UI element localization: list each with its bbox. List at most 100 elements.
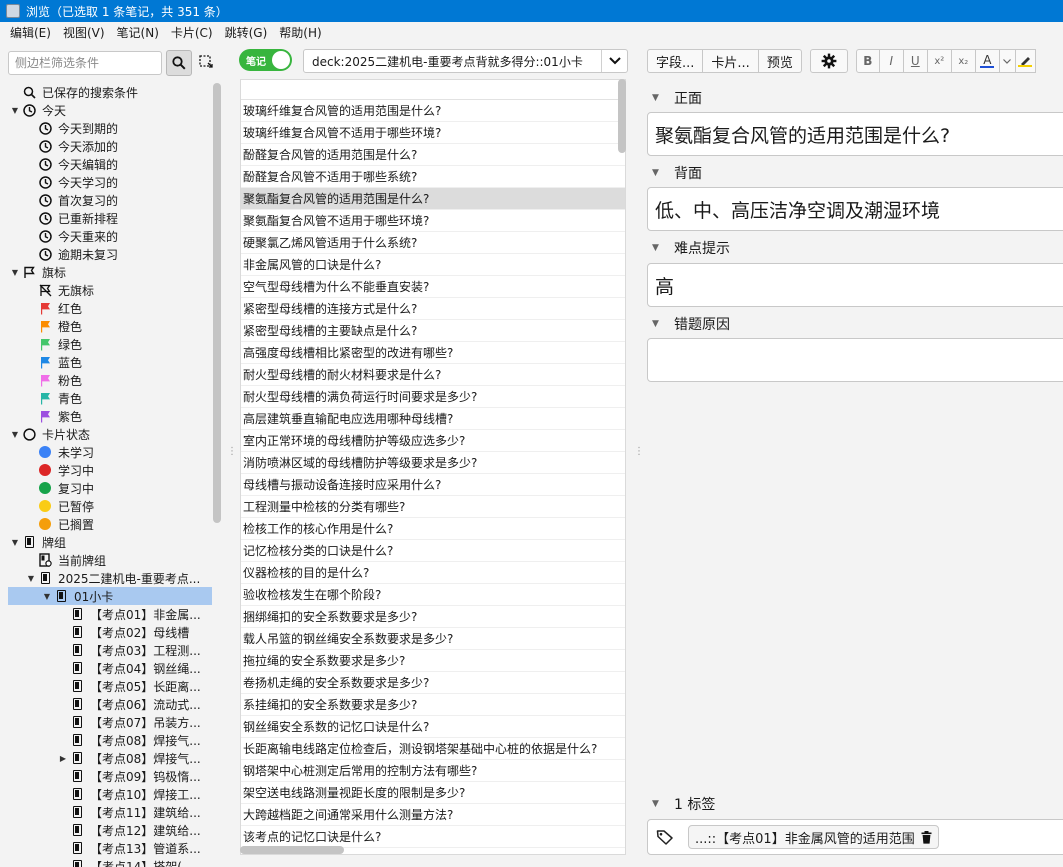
sidebar-search-button[interactable] <box>166 50 192 76</box>
sidebar-item[interactable]: 已保存的搜索条件 <box>8 83 212 101</box>
menu-notes[interactable]: 笔记(N) <box>111 24 165 41</box>
table-row[interactable]: 捆绑绳扣的安全系数要求是多少? <box>241 606 625 628</box>
text-color-button[interactable]: A <box>975 49 1000 73</box>
tag-editor[interactable]: ...::【考点01】非金属风管的适用范围 <box>647 819 1063 855</box>
fields-button[interactable]: 字段... <box>647 49 704 73</box>
sidebar-tree[interactable]: 已保存的搜索条件 ▼ 今天 今天到期的 今天添加的 今天编辑的 今天学习的 首次复习的 已重新排… <box>8 83 212 867</box>
selection-tool-button[interactable] <box>196 52 216 72</box>
sidebar-item[interactable]: 今天重来的 <box>8 227 212 245</box>
expand-arrow-down-icon[interactable]: ▼ <box>8 106 22 115</box>
field-mistake-reason-editor[interactable] <box>647 338 1063 382</box>
sidebar-item[interactable]: 当前牌组 <box>8 551 212 569</box>
table-row[interactable]: 系挂绳扣的安全系数要求是多少? <box>241 694 625 716</box>
sidebar-item[interactable]: ▶ 【考点08】焊接气... <box>8 749 212 767</box>
notes-cards-toggle[interactable]: 笔记 <box>239 49 292 71</box>
sidebar-item[interactable]: ▼ 01小卡 <box>8 587 212 605</box>
sidebar-item[interactable]: ▼ 今天 <box>8 101 212 119</box>
table-row[interactable]: 验收检核发生在哪个阶段? <box>241 584 625 606</box>
field-back-editor[interactable]: 低、中、高压洁净空调及潮湿环境 <box>647 187 1063 231</box>
field-front-editor[interactable]: 聚氨酯复合风管的适用范围是什么? <box>647 112 1063 156</box>
sidebar-item[interactable]: 已搁置 <box>8 515 212 533</box>
italic-button[interactable]: I <box>879 49 904 73</box>
sidebar-item[interactable]: 已暂停 <box>8 497 212 515</box>
table-row[interactable]: 聚氨酯复合风管的适用范围是什么? <box>241 188 625 210</box>
field-header-front[interactable]: ▼ 正面 <box>652 89 702 107</box>
table-row[interactable]: 工程测量中检核的分类有哪些? <box>241 496 625 518</box>
menu-go[interactable]: 跳转(G) <box>219 24 274 41</box>
table-row[interactable]: 非金属风管的口诀是什么? <box>241 254 625 276</box>
table-row[interactable]: 卷扬机走绳的安全系数要求是多少? <box>241 672 625 694</box>
sidebar-item[interactable]: ▼ 牌组 <box>8 533 212 551</box>
table-row[interactable]: 长距离输电线路定位检查后，测设钢塔架基础中心桩的依据是什么? <box>241 738 625 760</box>
sidebar-item[interactable]: 今天到期的 <box>8 119 212 137</box>
editor-splitter[interactable]: ⋮ <box>634 447 644 462</box>
field-header-hint[interactable]: ▼ 难点提示 <box>652 239 730 257</box>
table-row[interactable]: 高层建筑垂直输配电应选用哪种母线槽? <box>241 408 625 430</box>
table-row[interactable]: 钢丝绳安全系数的记忆口诀是什么? <box>241 716 625 738</box>
bold-button[interactable]: B <box>855 49 880 73</box>
sidebar-item[interactable]: 已重新排程 <box>8 209 212 227</box>
sidebar-item[interactable]: 蓝色 <box>8 353 212 371</box>
sidebar-item[interactable]: 首次复习的 <box>8 191 212 209</box>
sidebar-item[interactable]: 【考点12】建筑给... <box>8 821 212 839</box>
search-query[interactable]: deck:2025二建机电-重要考点背就多得分::01小卡 <box>304 53 601 70</box>
sidebar-splitter[interactable]: ⋮ <box>227 447 237 462</box>
sidebar-item[interactable]: 橙色 <box>8 317 212 335</box>
table-header[interactable] <box>241 80 625 100</box>
field-header-back[interactable]: ▼ 背面 <box>652 164 702 182</box>
table-row[interactable]: 酚醛复合风管的适用范围是什么? <box>241 144 625 166</box>
sidebar-item[interactable]: 【考点01】非金属... <box>8 605 212 623</box>
trash-icon[interactable] <box>921 830 932 844</box>
sidebar-item[interactable]: 今天学习的 <box>8 173 212 191</box>
table-row[interactable]: 空气型母线槽为什么不能垂直安装? <box>241 276 625 298</box>
expand-arrow-right-icon[interactable]: ▶ <box>56 754 70 763</box>
table-row[interactable]: 检核工作的核心作用是什么? <box>241 518 625 540</box>
field-hint-editor[interactable]: 高 <box>647 263 1063 307</box>
highlight-button[interactable] <box>1015 49 1036 73</box>
list-vertical-scrollbar[interactable] <box>618 79 626 153</box>
sidebar-item[interactable]: 学习中 <box>8 461 212 479</box>
sidebar-item[interactable]: 青色 <box>8 389 212 407</box>
table-row[interactable]: 记忆检核分类的口诀是什么? <box>241 540 625 562</box>
table-row[interactable]: 大跨越档距之间通常采用什么测量方法? <box>241 804 625 826</box>
table-row[interactable]: 酚醛复合风管不适用于哪些系统? <box>241 166 625 188</box>
sidebar-item[interactable]: 【考点14】搭架(... <box>8 857 212 867</box>
search-history-dropdown[interactable] <box>601 50 627 72</box>
table-row[interactable]: 高强度母线槽相比紧密型的改进有哪些? <box>241 342 625 364</box>
menu-help[interactable]: 帮助(H) <box>273 24 327 41</box>
sidebar-item[interactable]: 【考点03】工程测... <box>8 641 212 659</box>
sidebar-item[interactable]: 【考点09】钨极惰... <box>8 767 212 785</box>
subscript-button[interactable]: x₂ <box>951 49 976 73</box>
table-row[interactable]: 母线槽与振动设备连接时应采用什么? <box>241 474 625 496</box>
sidebar-item[interactable]: 【考点08】焊接气... <box>8 731 212 749</box>
table-row[interactable]: 拖拉绳的安全系数要求是多少? <box>241 650 625 672</box>
table-row[interactable]: 耐火型母线槽的耐火材料要求是什么? <box>241 364 625 386</box>
expand-arrow-down-icon[interactable]: ▼ <box>8 268 22 277</box>
expand-arrow-down-icon[interactable]: ▼ <box>8 538 22 547</box>
text-color-dropdown[interactable] <box>999 49 1016 73</box>
expand-arrow-down-icon[interactable]: ▼ <box>40 592 54 601</box>
table-row[interactable]: 消防喷淋区域的母线槽防护等级要求是多少? <box>241 452 625 474</box>
sidebar-item[interactable]: 红色 <box>8 299 212 317</box>
field-header-mistake-reason[interactable]: ▼ 错题原因 <box>652 315 730 333</box>
sidebar-item[interactable]: ▼ 卡片状态 <box>8 425 212 443</box>
sidebar-item[interactable]: 【考点05】长距离... <box>8 677 212 695</box>
sidebar-item[interactable]: 复习中 <box>8 479 212 497</box>
sidebar-item[interactable]: 今天编辑的 <box>8 155 212 173</box>
sidebar-item[interactable]: 【考点07】吊装方... <box>8 713 212 731</box>
table-row[interactable]: 紧密型母线槽的主要缺点是什么? <box>241 320 625 342</box>
sidebar-item[interactable]: 【考点10】焊接工... <box>8 785 212 803</box>
table-row[interactable]: 仪器检核的目的是什么? <box>241 562 625 584</box>
list-horizontal-scrollbar[interactable] <box>240 846 344 854</box>
card-table[interactable]: 玻璃纤维复合风管的适用范围是什么? 玻璃纤维复合风管不适用于哪些环境? 酚醛复合风管… <box>240 79 626 855</box>
underline-button[interactable]: U <box>903 49 928 73</box>
sidebar-item[interactable]: ▼ 2025二建机电-重要考点... <box>8 569 212 587</box>
sidebar-item[interactable]: 粉色 <box>8 371 212 389</box>
menu-view[interactable]: 视图(V) <box>57 24 111 41</box>
sidebar-item[interactable]: 无旗标 <box>8 281 212 299</box>
sidebar-item[interactable]: 今天添加的 <box>8 137 212 155</box>
table-row[interactable]: 钢塔架中心桩测定后常用的控制方法有哪些? <box>241 760 625 782</box>
table-row[interactable]: 载人吊篮的钢丝绳安全系数要求是多少? <box>241 628 625 650</box>
table-row[interactable]: 玻璃纤维复合风管不适用于哪些环境? <box>241 122 625 144</box>
search-bar[interactable]: deck:2025二建机电-重要考点背就多得分::01小卡 <box>303 49 628 73</box>
